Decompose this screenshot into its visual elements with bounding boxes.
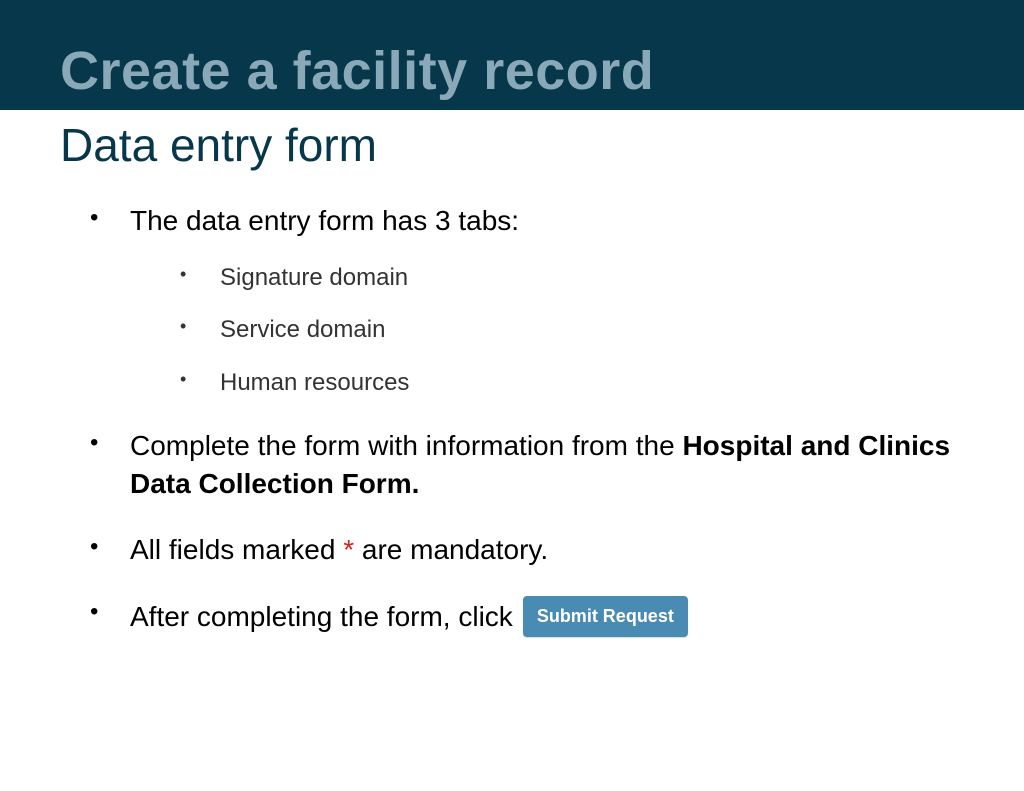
bullet-text: are mandatory. xyxy=(354,534,548,565)
header-band: Create a facility record xyxy=(0,0,1024,110)
slide-title: Create a facility record xyxy=(60,40,964,102)
list-item: All fields marked * are mandatory. xyxy=(90,531,964,569)
mandatory-asterisk: * xyxy=(343,534,354,565)
inline-row: After completing the form, click Submit … xyxy=(130,596,964,636)
bullet-text: All fields marked xyxy=(130,534,343,565)
slide-body: The data entry form has 3 tabs: Signatur… xyxy=(0,172,1024,637)
sub-bullet-text: Human resources xyxy=(220,369,409,396)
list-item: Complete the form with information from … xyxy=(90,427,964,503)
sub-list-item: Signature domain xyxy=(180,262,964,294)
sub-bullet-text: Service domain xyxy=(220,316,385,343)
list-item: The data entry form has 3 tabs: Signatur… xyxy=(90,202,964,399)
slide: { "header": { "title": "Create a facilit… xyxy=(0,0,1024,791)
sub-list: Signature domain Service domain Human re… xyxy=(130,262,964,399)
bullet-text: The data entry form has 3 tabs: xyxy=(130,205,519,236)
bullet-text: Complete the form with information from … xyxy=(130,430,682,461)
list-item: After completing the form, click Submit … xyxy=(90,596,964,636)
submit-request-button[interactable]: Submit Request xyxy=(523,596,688,636)
slide-subtitle: Data entry form xyxy=(0,110,1024,172)
sub-list-item: Service domain xyxy=(180,314,964,346)
bullet-text: After completing the form, click xyxy=(130,598,513,636)
sub-list-item: Human resources xyxy=(180,367,964,399)
sub-bullet-text: Signature domain xyxy=(220,264,408,291)
main-list: The data entry form has 3 tabs: Signatur… xyxy=(90,202,964,637)
